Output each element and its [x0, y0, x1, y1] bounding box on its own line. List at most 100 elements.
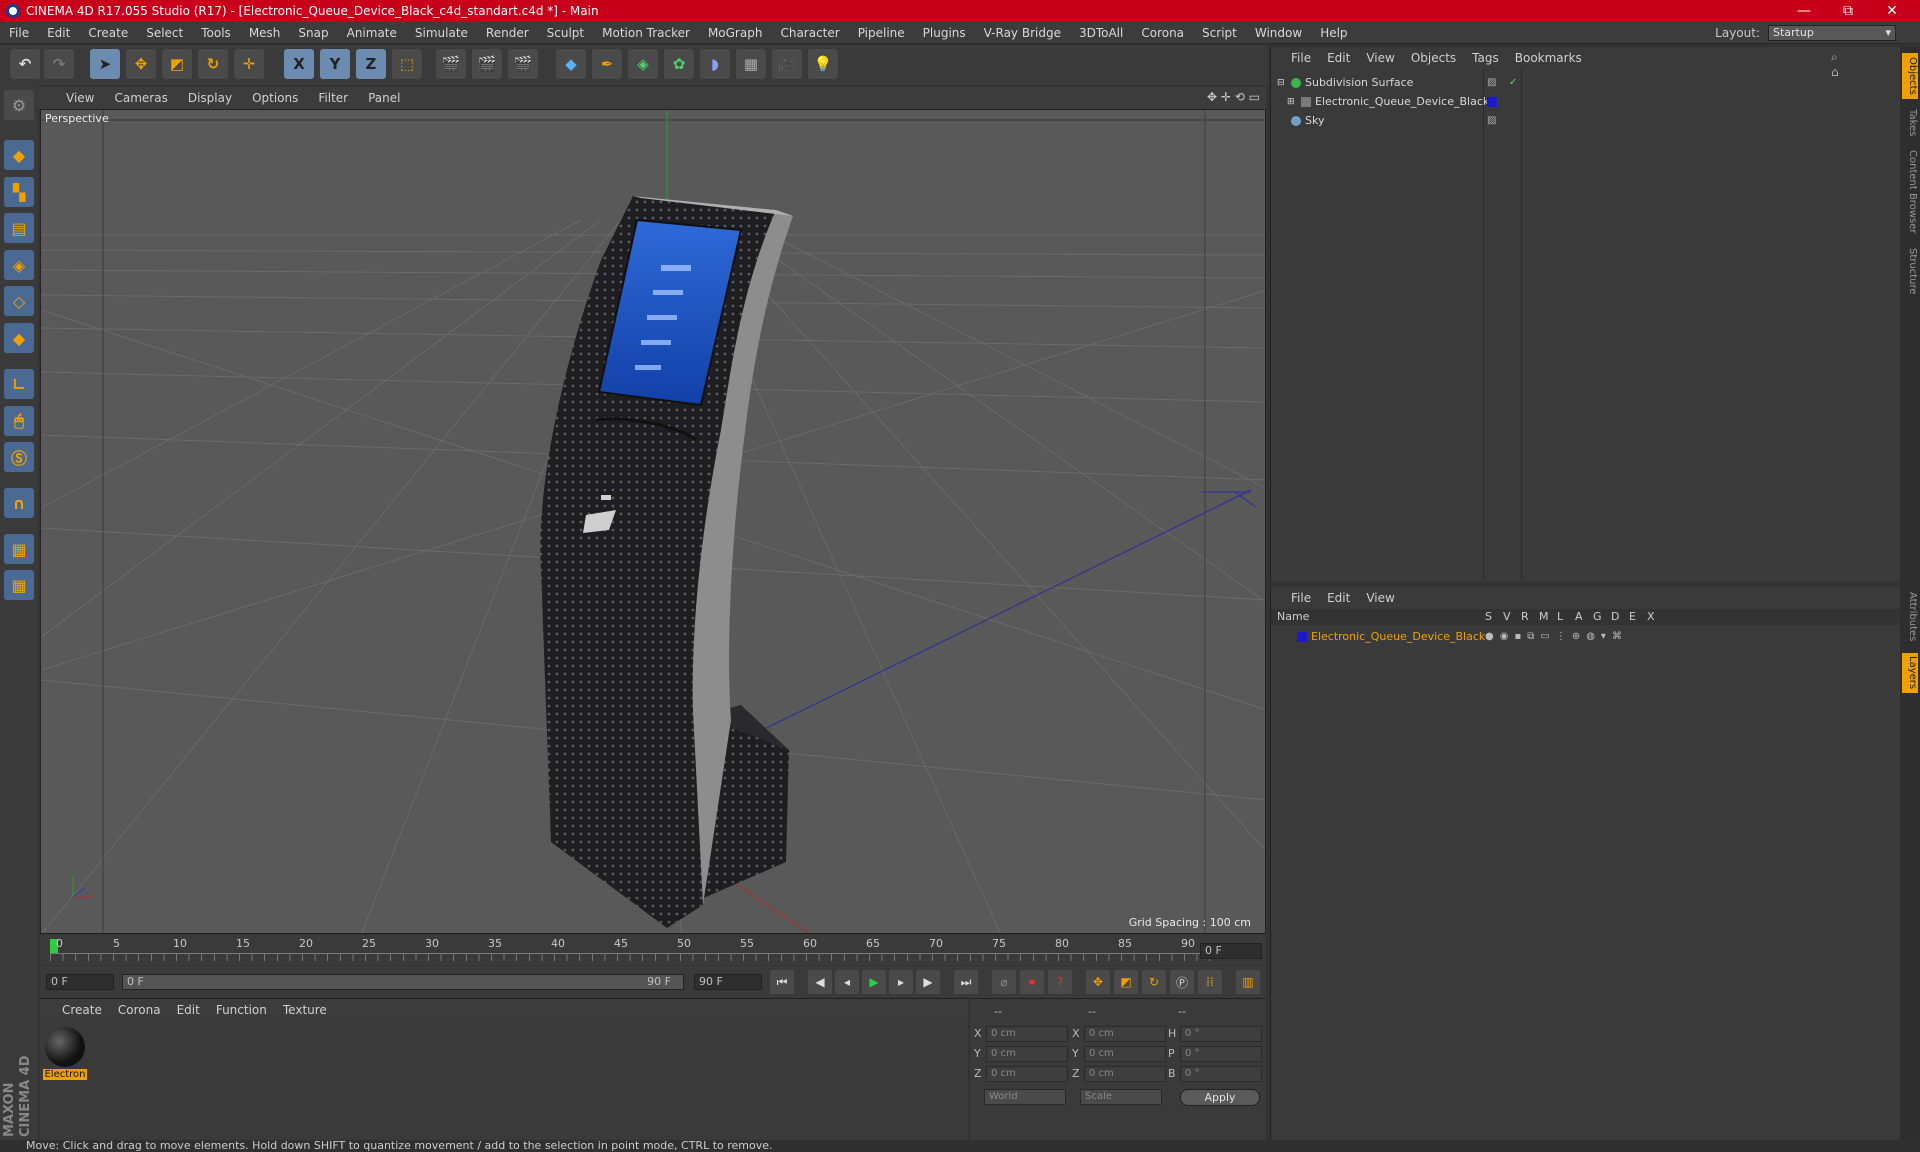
pos-x-input[interactable]: 0 cm	[986, 1026, 1068, 1042]
layer-row[interactable]: Electronic_Queue_Device_Black ●◉▪⧉▭⋮⊕◍▾⌘	[1271, 627, 1901, 646]
size-z-input[interactable]: 0 cm	[1084, 1066, 1166, 1082]
start-frame-field[interactable]: 0 F	[46, 974, 114, 990]
frame-range-slider[interactable]: 0 F 90 F	[122, 974, 684, 990]
play-button[interactable]: ▶	[862, 970, 886, 994]
x-axis-button[interactable]: X	[284, 49, 314, 79]
layer-color-swatch[interactable]	[1487, 96, 1497, 107]
rot-h-input[interactable]: 0 °	[1180, 1026, 1262, 1042]
key-pla-button[interactable]: ⁞⁞	[1198, 970, 1222, 994]
menu-vray-bridge[interactable]: V-Ray Bridge	[975, 26, 1070, 40]
next-frame-button[interactable]: ▸	[889, 970, 913, 994]
autokey-button[interactable]: ⏺	[1020, 970, 1044, 994]
menu-plugins[interactable]: Plugins	[914, 26, 975, 40]
timeline-window-button[interactable]: ▥	[1236, 970, 1260, 994]
selection-tool-button[interactable]: ➤	[90, 49, 120, 79]
light-button[interactable]: 💡	[808, 49, 838, 79]
close-button[interactable]: ✕	[1870, 0, 1914, 22]
rot-b-input[interactable]: 0 °	[1180, 1066, 1262, 1082]
material-swatch[interactable]: Electron	[43, 1025, 87, 1081]
om-menu-edit[interactable]: Edit	[1319, 51, 1358, 65]
vp-menu-view[interactable]: View	[56, 91, 104, 105]
apply-button[interactable]: Apply	[1180, 1089, 1260, 1106]
keyframe-selection-button[interactable]: ?	[1048, 970, 1072, 994]
coordinate-system-button[interactable]: ⬚	[392, 49, 422, 79]
polygons-mode-button[interactable]: ◆	[4, 323, 34, 353]
cube-primitive-button[interactable]: ◆	[556, 49, 586, 79]
om-menu-view[interactable]: View	[1358, 51, 1402, 65]
render-picture-viewer-button[interactable]: 🎬	[472, 49, 502, 79]
size-x-input[interactable]: 0 cm	[1084, 1026, 1166, 1042]
menu-render[interactable]: Render	[477, 26, 538, 40]
menu-motion-tracker[interactable]: Motion Tracker	[593, 26, 699, 40]
layer-flag-icons[interactable]: ●◉▪⧉▭⋮⊕◍▾⌘	[1485, 631, 1628, 642]
planar-workplane-button[interactable]: ▦	[4, 570, 34, 600]
go-to-end-button[interactable]: ⏭	[954, 970, 978, 994]
texture-mode-button[interactable]: ▚	[4, 177, 34, 207]
rot-p-input[interactable]: 0 °	[1180, 1046, 1262, 1062]
scale-tool-button[interactable]: ◩	[162, 49, 192, 79]
tab-objects[interactable]: Objects	[1902, 53, 1918, 99]
edges-mode-button[interactable]: ◇	[4, 286, 34, 316]
next-key-button[interactable]: ▶	[916, 970, 940, 994]
layer-checkbox-icon[interactable]: ▨	[1487, 77, 1496, 88]
key-parameter-button[interactable]: Ⓟ	[1170, 970, 1194, 994]
snap-button[interactable]: ∩	[4, 488, 34, 518]
tab-content-browser[interactable]: Content Browser	[1902, 147, 1918, 237]
vp-menu-display[interactable]: Display	[178, 91, 242, 105]
menu-edit[interactable]: Edit	[38, 26, 79, 40]
render-view-button[interactable]: 🎬	[436, 49, 466, 79]
pos-z-input[interactable]: 0 cm	[986, 1066, 1068, 1082]
object-row-subdivision[interactable]: ⊟ Subdivision Surface ▨ ✓	[1271, 73, 1901, 92]
menu-corona[interactable]: Corona	[1132, 26, 1193, 40]
vp-menu-cameras[interactable]: Cameras	[104, 91, 177, 105]
key-rotation-button[interactable]: ↻	[1142, 970, 1166, 994]
render-settings-button[interactable]: 🎬	[508, 49, 538, 79]
tab-attributes[interactable]: Attributes	[1902, 587, 1918, 647]
object-row-queue-device[interactable]: ⊞ Electronic_Queue_Device_Black	[1271, 92, 1901, 111]
previous-key-button[interactable]: ◀	[808, 970, 832, 994]
om-menu-objects[interactable]: Objects	[1403, 51, 1464, 65]
menu-mesh[interactable]: Mesh	[240, 26, 290, 40]
tab-takes[interactable]: Takes	[1902, 105, 1918, 141]
om-menu-tags[interactable]: Tags	[1464, 51, 1507, 65]
object-row-sky[interactable]: Sky ▨	[1271, 111, 1901, 130]
viewport-perspective[interactable]: Perspective Grid Spacing : 100 cm	[40, 109, 1266, 934]
current-frame-field[interactable]: 0 F	[1200, 943, 1262, 959]
tab-layers[interactable]: Layers	[1902, 653, 1918, 693]
solo-button[interactable]: Ⓢ	[4, 442, 34, 472]
menu-character[interactable]: Character	[771, 26, 848, 40]
camera-button[interactable]: 🎥	[772, 49, 802, 79]
mat-menu-texture[interactable]: Texture	[275, 1003, 335, 1017]
record-keys-button[interactable]: ⌀	[992, 970, 1016, 994]
menu-snap[interactable]: Snap	[289, 26, 337, 40]
maximize-button[interactable]: ⧉	[1826, 0, 1870, 22]
deformer-button[interactable]: ◗	[700, 49, 730, 79]
collapse-icon[interactable]: ⊟	[1277, 78, 1287, 88]
workplane-lock-button[interactable]: ▦	[4, 534, 34, 564]
mat-menu-corona[interactable]: Corona	[110, 1003, 169, 1017]
menu-3dtoall[interactable]: 3DToAll	[1070, 26, 1132, 40]
menu-script[interactable]: Script	[1193, 26, 1246, 40]
om-menu-bookmarks[interactable]: Bookmarks	[1507, 51, 1590, 65]
lm-menu-file[interactable]: File	[1283, 591, 1319, 605]
menu-select[interactable]: Select	[137, 26, 192, 40]
workplane-mode-button[interactable]: ▤	[4, 213, 34, 243]
key-scale-button[interactable]: ◩	[1114, 970, 1138, 994]
layout-dropdown[interactable]: Startup ▾	[1768, 25, 1896, 41]
menu-window[interactable]: Window	[1246, 26, 1311, 40]
undo-button[interactable]: ↶	[10, 49, 40, 79]
mat-menu-edit[interactable]: Edit	[169, 1003, 208, 1017]
menu-tools[interactable]: Tools	[192, 26, 240, 40]
tweak-mode-button[interactable]: 🖱	[4, 406, 34, 436]
coordinate-space-dropdown[interactable]: World	[984, 1089, 1066, 1105]
menu-simulate[interactable]: Simulate	[406, 26, 477, 40]
enabled-check-icon[interactable]: ✓	[1509, 77, 1517, 88]
timeline-ruler[interactable]: 0 5 10 15 20 25 30 35 40 45 50 55 60 65 …	[40, 935, 1266, 965]
menu-animate[interactable]: Animate	[338, 26, 406, 40]
previous-frame-button[interactable]: ◂	[835, 970, 859, 994]
om-menu-file[interactable]: File	[1283, 51, 1319, 65]
size-mode-dropdown[interactable]: Scale	[1080, 1089, 1162, 1105]
vp-menu-options[interactable]: Options	[242, 91, 308, 105]
size-y-input[interactable]: 0 cm	[1084, 1046, 1166, 1062]
model-mode-button[interactable]: ◆	[4, 140, 34, 170]
